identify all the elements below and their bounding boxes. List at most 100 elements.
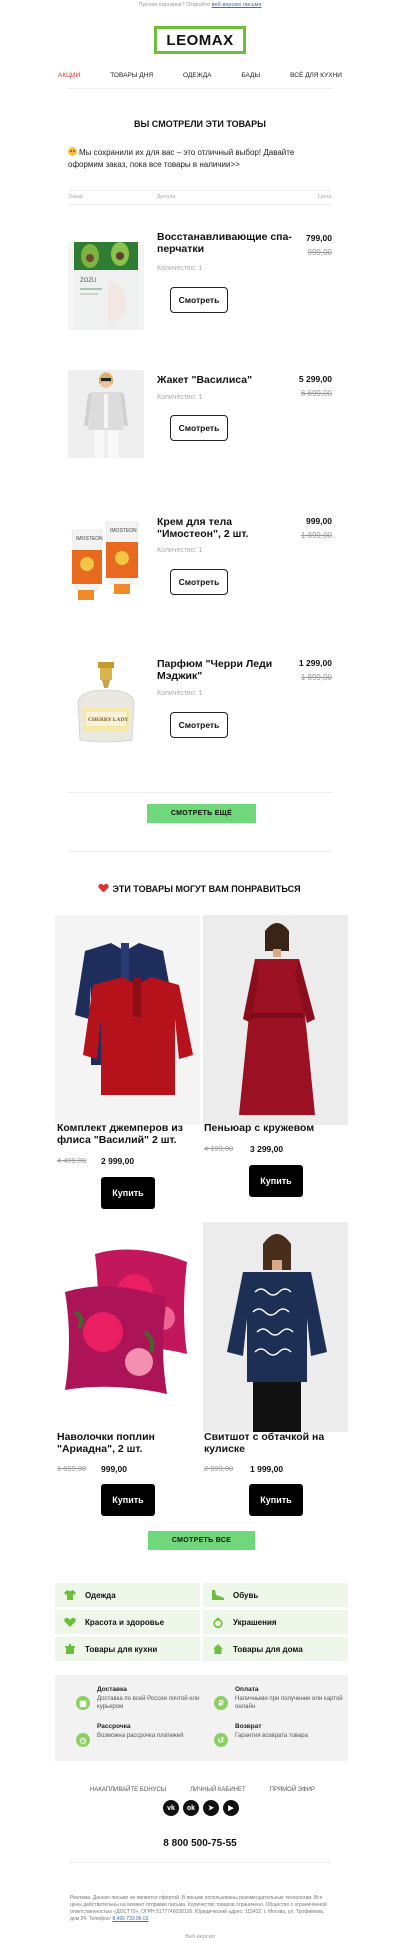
info-text: Доставка по всей России почтой или курье…: [97, 1696, 200, 1710]
recommend-title-text: ЭТИ ТОВАРЫ МОГУТ ВАМ ПОНРАВИТЬСЯ: [112, 884, 301, 894]
category-jewelry[interactable]: Украшения: [203, 1610, 348, 1634]
footer-link-bonus[interactable]: НАКАПЛИВАЙТЕ БОНУСЫ: [90, 1787, 166, 1793]
rec-old-price: 1 699,00: [57, 1464, 87, 1473]
preheader: Прочие картинки? Откройте веб-версию пис…: [0, 2, 400, 8]
divider: [68, 1862, 332, 1863]
product-old-price: 1 899,00: [300, 673, 332, 682]
footer-link-live[interactable]: ПРЯМОЙ ЭФИР: [270, 1787, 315, 1793]
col-details: Детали: [157, 194, 176, 200]
show-more-button[interactable]: СМОТРЕТЬ ЕЩЁ: [147, 804, 256, 823]
footer-link-account[interactable]: ЛИЧНЫЙ КАБИНЕТ: [190, 1787, 246, 1793]
divider: [68, 88, 332, 89]
rec-price: 999,00: [101, 1464, 127, 1474]
info-title: Оплата: [235, 1686, 259, 1693]
nav-item-bady[interactable]: БАДЫ: [241, 72, 260, 79]
rec-name[interactable]: Наволочки поплин "Ариадна", 2 шт.: [57, 1431, 204, 1455]
category-obuv[interactable]: Обувь: [203, 1583, 348, 1607]
product-price: 5 299,00: [298, 374, 332, 384]
preheader-text: Прочие картинки? Откройте: [138, 2, 211, 8]
heart-icon: [59, 1617, 81, 1628]
product-price: 1 299,00: [298, 658, 332, 668]
product-old-price: 1 399,00: [300, 531, 332, 540]
shoe-icon: [207, 1589, 229, 1601]
product-qty: Количество: 1: [157, 265, 203, 272]
recommend-title: ЭТИ ТОВАРЫ МОГУТ ВАМ ПОНРАВИТЬСЯ: [0, 884, 400, 894]
rec-image-pillowcases[interactable]: [55, 1222, 200, 1432]
house-icon: [207, 1643, 229, 1655]
nav-item-akcii[interactable]: АКЦИИ: [58, 72, 80, 79]
divider: [68, 851, 332, 852]
rec-image-sweatshirt[interactable]: [203, 1222, 348, 1432]
rec-old-price: 4 199,00: [204, 1144, 234, 1153]
legal-phone-link[interactable]: 8 495 733 96 03: [112, 1916, 148, 1922]
product-old-price: 999,00: [307, 248, 332, 257]
category-label: Одежда: [85, 1590, 116, 1600]
category-label: Товары для кухни: [85, 1644, 158, 1654]
legal-text: Реклама. Данное письмо не является оферт…: [70, 1895, 332, 1923]
nav-item-kitchen[interactable]: ВСЁ ДЛЯ КУХНИ: [290, 72, 342, 79]
view-button[interactable]: Смотреть: [170, 712, 228, 738]
view-button[interactable]: Смотреть: [170, 287, 228, 313]
category-odezhda[interactable]: Одежда: [55, 1583, 200, 1607]
logo[interactable]: LEOMAX: [154, 26, 246, 54]
ring-icon: [207, 1616, 229, 1628]
top-nav: АКЦИИ ТОВАРЫ ДНЯ ОДЕЖДА БАДЫ ВСЁ ДЛЯ КУХ…: [58, 72, 342, 79]
svg-text:IMOSTEON: IMOSTEON: [110, 528, 137, 534]
nav-item-odezhda[interactable]: ОДЕЖДА: [183, 72, 211, 79]
return-icon: ↺: [214, 1733, 228, 1747]
view-button[interactable]: Смотреть: [170, 415, 228, 441]
youtube-icon[interactable]: ▶: [223, 1800, 239, 1816]
web-version-link[interactable]: веб-версию письма: [212, 2, 262, 8]
divider: [68, 792, 332, 793]
rec-name[interactable]: Пеньюар с кружевом: [204, 1122, 351, 1135]
phone-number[interactable]: 8 800 500-75-55: [0, 1838, 400, 1849]
ok-icon[interactable]: ok: [183, 1800, 199, 1816]
divider: [68, 190, 332, 191]
category-label: Товары для дома: [233, 1644, 303, 1654]
product-image-perfume[interactable]: CHERRY LADY: [68, 658, 144, 746]
pot-icon: [59, 1643, 81, 1655]
info-title: Доставка: [97, 1686, 127, 1693]
info-text: Возможна рассрочка платежей: [97, 1733, 184, 1739]
legal-body: Реклама. Данное письмо не является оферт…: [70, 1895, 327, 1922]
ruble-icon: ₽: [214, 1696, 228, 1710]
show-all-button[interactable]: СМОТРЕТЬ ВСЕ: [148, 1531, 255, 1550]
product-price: 999,00: [306, 516, 332, 526]
vk-icon[interactable]: vk: [163, 1800, 179, 1816]
rec-image-fleece-set[interactable]: [55, 915, 200, 1125]
buy-button[interactable]: Купить: [249, 1165, 303, 1197]
telegram-icon[interactable]: ➤: [203, 1800, 219, 1816]
svg-text:ZOZU: ZOZU: [80, 278, 96, 284]
info-title: Возврат: [235, 1723, 262, 1730]
category-home[interactable]: Товары для дома: [203, 1637, 348, 1661]
category-beauty[interactable]: Красота и здоровье: [55, 1610, 200, 1634]
divider: [68, 204, 332, 205]
buy-button[interactable]: Купить: [249, 1484, 303, 1516]
category-kitchen[interactable]: Товары для кухни: [55, 1637, 200, 1661]
category-label: Обувь: [233, 1590, 259, 1600]
viewed-intro: Мы сохранили их для вас – это отличный в…: [68, 147, 318, 171]
buy-button[interactable]: Купить: [101, 1484, 155, 1516]
product-old-price: 6 699,00: [300, 389, 332, 398]
web-version-footer-link[interactable]: Веб-версия: [0, 1934, 400, 1940]
rec-name[interactable]: Комплект джемперов из флиса "Василий" 2 …: [57, 1122, 204, 1146]
info-text: Наличными при получении или картой онлай…: [235, 1696, 343, 1710]
rec-price: 2 999,00: [101, 1156, 135, 1166]
footer-links: НАКАПЛИВАЙТЕ БОНУСЫ ЛИЧНЫЙ КАБИНЕТ ПРЯМО…: [90, 1787, 315, 1793]
product-image-body-cream[interactable]: IMOSTEON IMOSTEON: [68, 516, 144, 604]
product-qty: Количество: 1: [157, 547, 203, 554]
product-image-spa-gloves[interactable]: ZOZU: [68, 242, 144, 330]
rec-image-peignoir[interactable]: [203, 915, 348, 1125]
buy-button[interactable]: Купить: [101, 1177, 155, 1209]
nav-item-tovary-dnya[interactable]: ТОВАРЫ ДНЯ: [110, 72, 153, 79]
view-button[interactable]: Смотреть: [170, 569, 228, 595]
viewed-intro-text: Мы сохранили их для вас – это отличный в…: [68, 148, 295, 169]
col-price: Цена: [318, 194, 332, 200]
rec-name[interactable]: Свитшот с обтачкой на кулиске: [204, 1431, 351, 1455]
product-image-jacket[interactable]: [68, 370, 144, 458]
clock-icon: ◷: [76, 1733, 90, 1747]
rec-old-price: 4 499,00: [57, 1156, 87, 1165]
col-product: Товар: [68, 194, 83, 200]
category-label: Украшения: [233, 1617, 277, 1627]
rec-price: 1 999,00: [250, 1464, 284, 1474]
